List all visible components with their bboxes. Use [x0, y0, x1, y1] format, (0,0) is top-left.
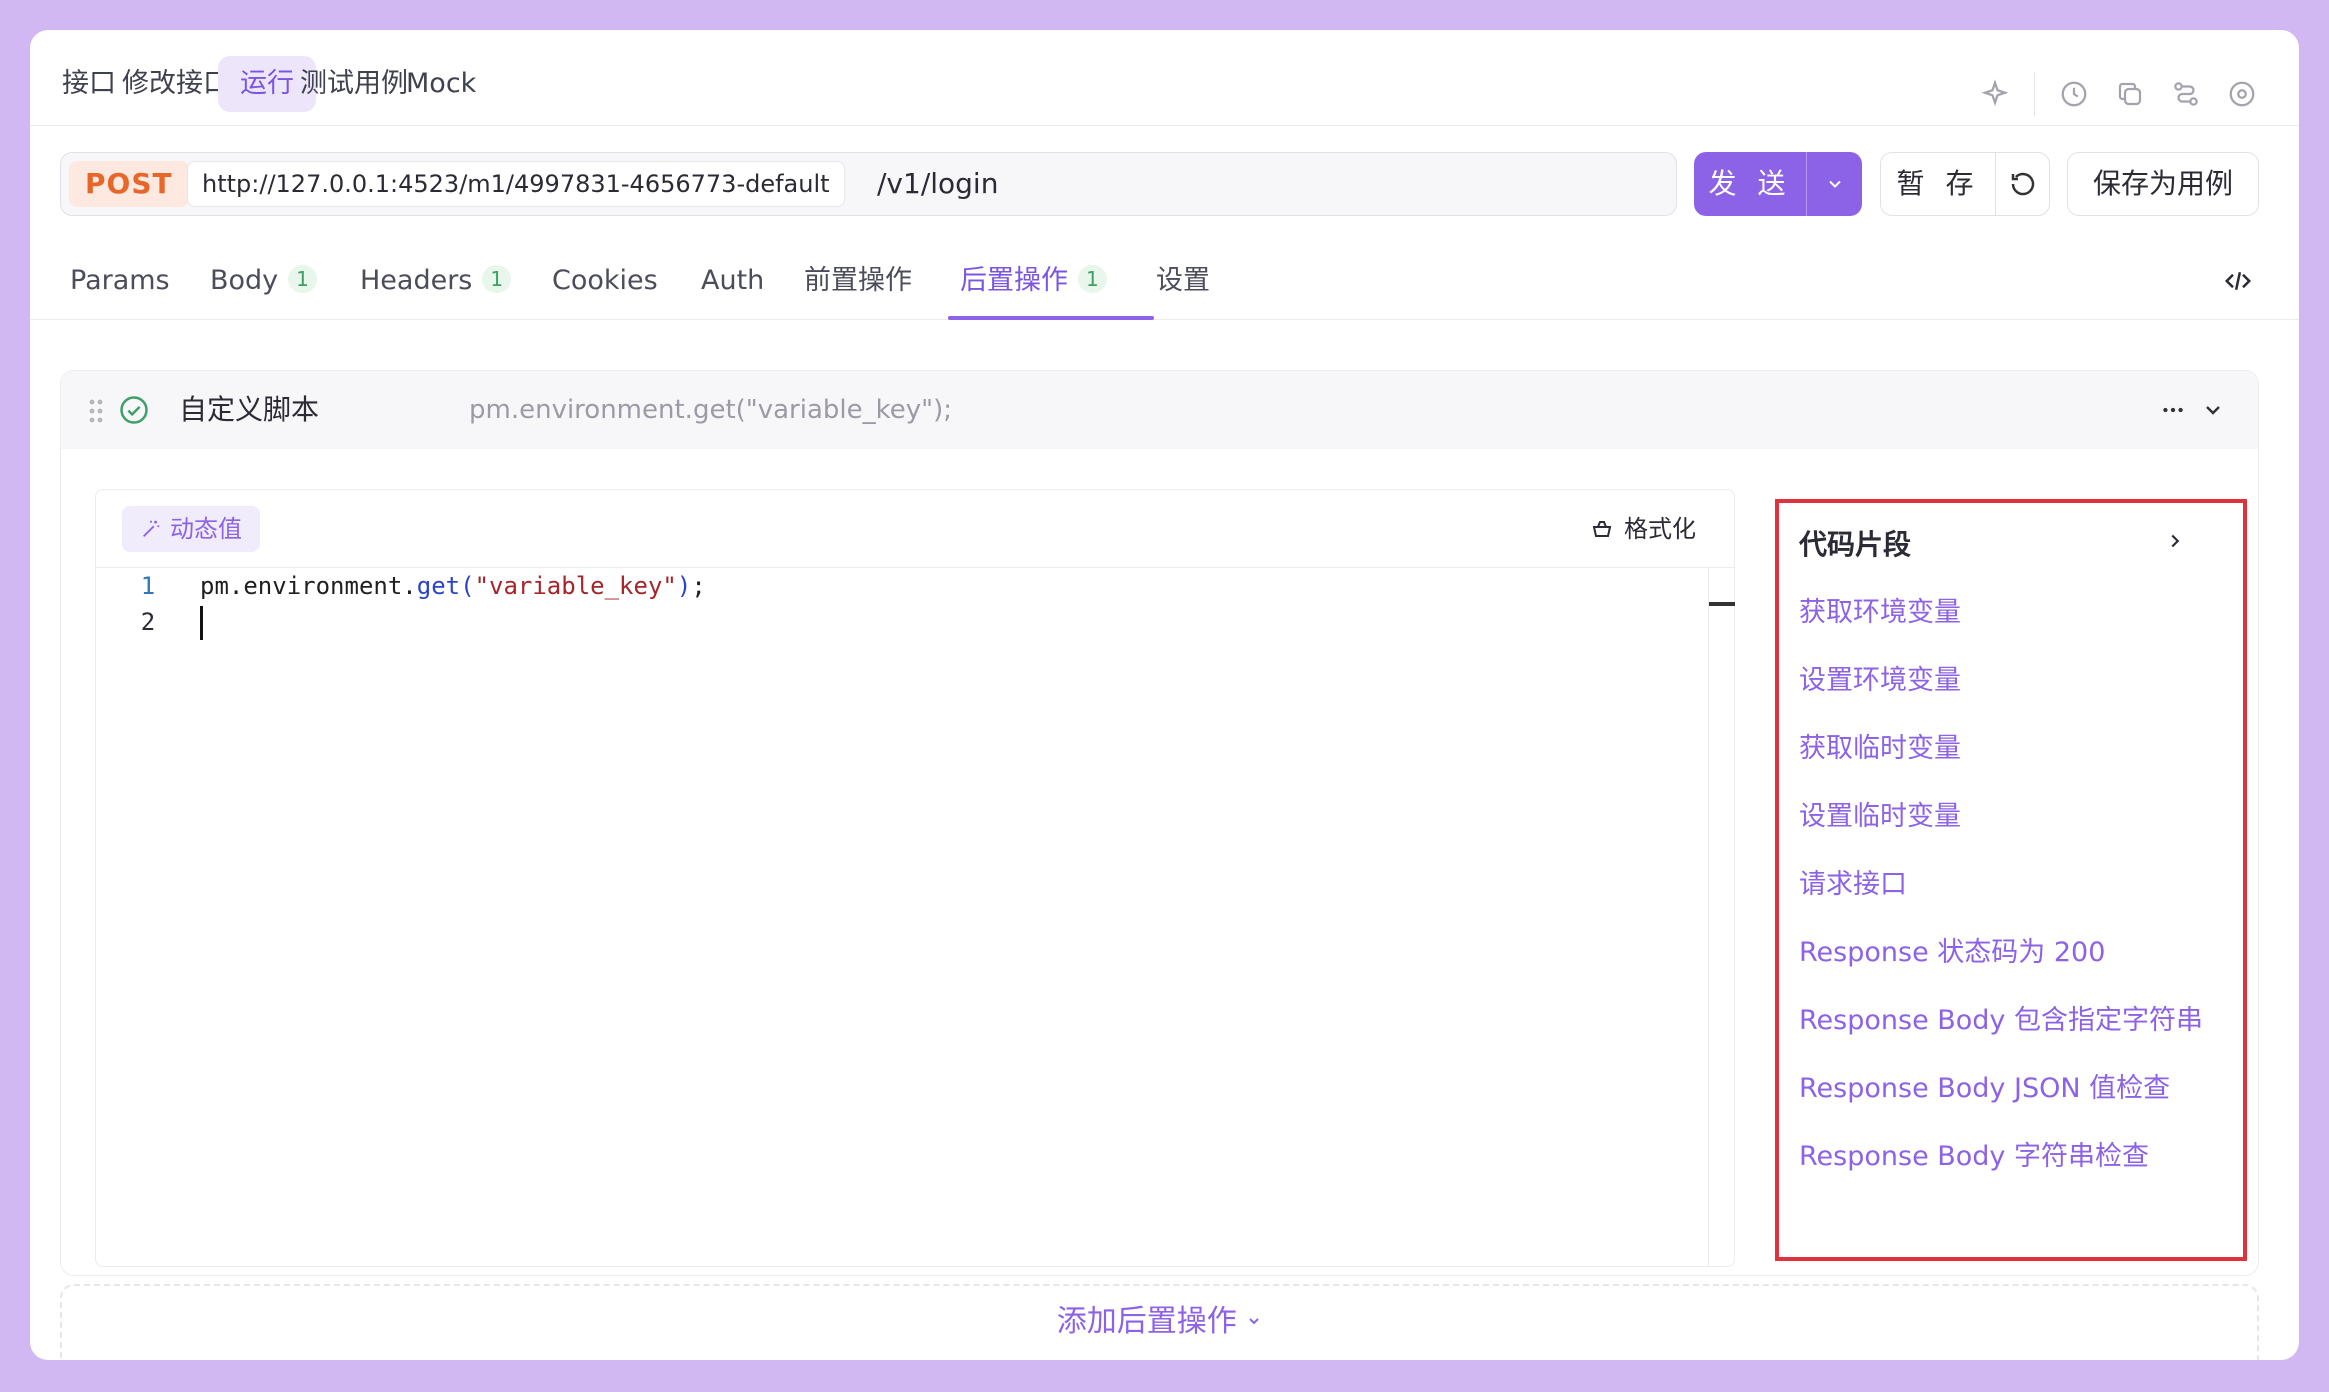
code-editor: 动态值 格式化 1 2 pm.environment.get("variable… [95, 489, 1735, 1267]
tab-cookies[interactable]: Cookies [552, 260, 658, 302]
url-bar[interactable]: POST http://127.0.0.1:4523/m1/4997831-46… [60, 152, 1677, 216]
top-toolbar [1956, 70, 2259, 118]
snippet-send-request[interactable]: 请求接口 [1799, 863, 2203, 907]
code-line[interactable] [200, 604, 1694, 640]
tab-headers-label[interactable]: Headers [360, 265, 472, 296]
chevron-down-icon[interactable] [1807, 152, 1862, 216]
tab-mock[interactable]: Mock [384, 56, 498, 112]
tab-body-label[interactable]: Body [210, 265, 278, 296]
tab-cookies-label[interactable]: Cookies [552, 265, 658, 296]
send-button-label[interactable]: 发 送 [1694, 152, 1806, 216]
settings-icon[interactable] [2225, 77, 2259, 111]
code-icon[interactable] [2221, 264, 2255, 298]
tab-body[interactable]: Body 1 [210, 260, 317, 302]
drag-handle-icon[interactable] [89, 399, 103, 423]
tab-params-label[interactable]: Params [70, 265, 170, 296]
tab-pre-request[interactable]: 前置操作 [804, 260, 912, 302]
app-window: 接口 修改接口 运行 测试用例 Mock POST http://127.0.0… [30, 30, 2299, 1360]
tab-params[interactable]: Params [70, 260, 170, 302]
stash-group: 暂 存 [1880, 152, 2050, 216]
format-icon [1592, 521, 1612, 537]
code-paren-open: ( [460, 572, 475, 600]
chevron-down-icon[interactable] [2198, 395, 2228, 425]
path-input[interactable]: /v1/login [877, 161, 998, 207]
tab-post-request[interactable]: 后置操作 1 [960, 260, 1107, 302]
code-object: pm.environment. [200, 572, 417, 600]
tab-settings-label[interactable]: 设置 [1156, 265, 1210, 296]
ai-sparkle-icon[interactable] [1978, 77, 2012, 111]
editor-scrollbar[interactable] [1708, 568, 1735, 1266]
snippet-body-contains[interactable]: Response Body 包含指定字符串 [1799, 999, 2203, 1043]
snippet-get-env-var[interactable]: 获取环境变量 [1799, 591, 2203, 635]
more-icon[interactable] [2158, 395, 2188, 425]
tab-settings[interactable]: 设置 [1156, 260, 1210, 302]
request-tab-bar: Params Body 1 Headers 1 Cookies Auth 前置操作 … [30, 240, 2299, 320]
magic-wand-icon [143, 520, 160, 537]
top-tab-bar: 接口 修改接口 运行 测试用例 Mock [30, 30, 2299, 126]
toolbar-divider [2034, 72, 2035, 116]
text-cursor [200, 606, 203, 640]
reset-icon[interactable] [1996, 153, 2050, 215]
stash-button[interactable]: 暂 存 [1881, 153, 1995, 215]
tab-auth[interactable]: Auth [701, 260, 764, 302]
code-string: "variable_key" [474, 572, 677, 600]
copy-icon[interactable] [2113, 77, 2147, 111]
line-number: 1 [140, 572, 156, 600]
add-post-action-label[interactable]: 添加后置操作 [1057, 1304, 1237, 1339]
active-tab-indicator [948, 316, 1154, 320]
method-select[interactable]: POST [69, 161, 189, 207]
code-line[interactable]: pm.environment.get("variable_key"); [200, 568, 1694, 604]
editor-toolbar: 动态值 格式化 [96, 490, 1734, 568]
snippets-title: 代码片段 [1799, 528, 1912, 561]
snippet-string-check[interactable]: Response Body 字符串检查 [1799, 1135, 2203, 1179]
snippet-set-temp-var[interactable]: 设置临时变量 [1799, 795, 2203, 839]
snippet-get-temp-var[interactable]: 获取临时变量 [1799, 727, 2203, 771]
code-function: get [416, 572, 461, 600]
chevron-right-icon[interactable] [2161, 527, 2189, 555]
tab-post-request-label[interactable]: 后置操作 [960, 265, 1068, 296]
code-snippets-panel: 代码片段 获取环境变量 设置环境变量 获取临时变量 设置临时变量 请求接口 Re… [1775, 499, 2247, 1261]
chevron-down-icon [1249, 1318, 1259, 1325]
dynamic-value-button[interactable]: 动态值 [122, 506, 260, 552]
snippet-set-env-var[interactable]: 设置环境变量 [1799, 659, 2203, 703]
line-gutter: 1 2 [120, 568, 176, 640]
code-area[interactable]: pm.environment.get("variable_key"); [200, 568, 1694, 640]
flow-icon[interactable] [2169, 77, 2203, 111]
snippet-status-200[interactable]: Response 状态码为 200 [1799, 931, 2203, 975]
line-number: 2 [140, 608, 156, 636]
format-button[interactable]: 格式化 [1590, 506, 1696, 552]
tab-pre-request-label[interactable]: 前置操作 [804, 265, 912, 296]
snippet-json-check[interactable]: Response Body JSON 值检查 [1799, 1067, 2203, 1111]
code-paren-close: ) [676, 572, 692, 600]
custom-script-card: 自定义脚本 pm.environment.get("variable_key")… [60, 370, 2259, 1276]
tab-count-badge: 1 [1078, 265, 1107, 293]
tab-headers[interactable]: Headers 1 [360, 260, 512, 302]
save-as-case-button[interactable]: 保存为用例 [2067, 152, 2259, 216]
snippets-list: 获取环境变量 设置环境变量 获取临时变量 设置临时变量 请求接口 Respons… [1799, 591, 2203, 1203]
editor-body[interactable]: 1 2 pm.environment.get("variable_key"); [96, 568, 1735, 1266]
history-icon[interactable] [2057, 77, 2091, 111]
send-button[interactable]: 发 送 [1694, 152, 1862, 216]
tab-count-badge: 1 [288, 265, 317, 293]
code-semicolon: ; [691, 572, 706, 600]
minimap-marker [1709, 602, 1735, 606]
dynamic-value-label[interactable]: 动态值 [170, 506, 242, 552]
format-label[interactable]: 格式化 [1624, 506, 1696, 552]
script-header[interactable]: 自定义脚本 pm.environment.get("variable_key")… [61, 371, 2258, 449]
base-url-field[interactable]: http://127.0.0.1:4523/m1/4997831-4656773… [187, 161, 845, 207]
script-title: 自定义脚本 [179, 393, 320, 426]
add-post-action-button[interactable]: 添加后置操作 [60, 1284, 2259, 1360]
enabled-check-icon[interactable] [119, 395, 149, 425]
script-preview: pm.environment.get("variable_key"); [469, 395, 953, 425]
tab-count-badge: 1 [482, 265, 512, 293]
tab-auth-label[interactable]: Auth [701, 265, 764, 296]
